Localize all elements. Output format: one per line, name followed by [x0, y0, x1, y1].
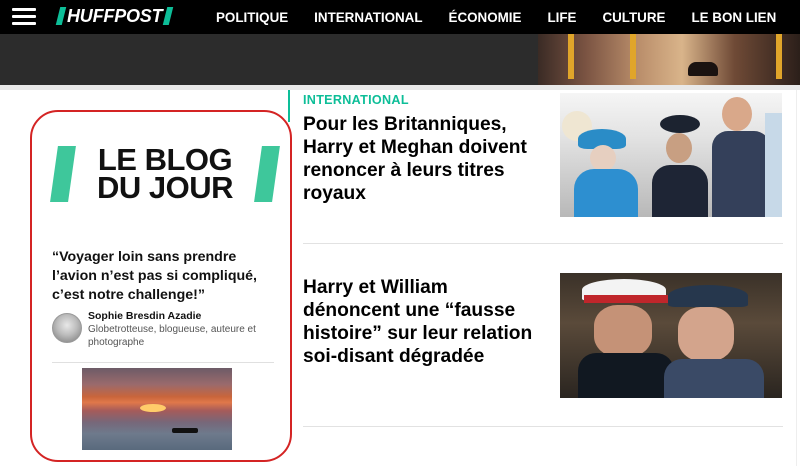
- blog-banner: LE BLOG DU JOUR: [50, 144, 280, 205]
- huffpost-logo[interactable]: HUFFPOST: [55, 5, 174, 27]
- author-name[interactable]: Sophie Bresdin Azadie: [88, 310, 201, 322]
- author-avatar: [52, 313, 82, 343]
- blog-du-jour-card[interactable]: LE BLOG DU JOUR “Voyager loin sans prend…: [30, 110, 292, 462]
- nav-item-le-bon-lien[interactable]: LE BON LIEN: [691, 10, 776, 25]
- blog-sunset-photo[interactable]: [82, 368, 232, 450]
- main-nav: POLITIQUE INTERNATIONAL ÉCONOMIE LIFE CU…: [216, 0, 800, 34]
- top-navbar: HUFFPOST POLITIQUE INTERNATIONAL ÉCONOMI…: [0, 0, 800, 34]
- article-separator: [303, 243, 783, 244]
- nav-item-economie[interactable]: ÉCONOMIE: [449, 10, 522, 25]
- nav-item-life[interactable]: LIFE: [547, 10, 576, 25]
- blog-banner-title: LE BLOG DU JOUR: [54, 144, 276, 205]
- nav-item-politique[interactable]: POLITIQUE: [216, 10, 288, 25]
- nav-item-international[interactable]: INTERNATIONAL: [314, 10, 422, 25]
- author-bio: Globetrotteuse, blogueuse, auteure et ph…: [88, 324, 256, 348]
- hero-divider: [0, 85, 800, 90]
- logo-text: HUFFPOST: [67, 5, 163, 26]
- article-photo-royals[interactable]: [560, 93, 782, 217]
- hero-strip: [0, 34, 800, 85]
- hero-photo[interactable]: [538, 34, 800, 85]
- article-photo-harry-william[interactable]: [560, 273, 782, 398]
- article-title[interactable]: Pour les Britanniques, Harry et Meghan d…: [303, 113, 543, 205]
- article-kicker[interactable]: INTERNATIONAL: [303, 93, 409, 107]
- page-edge-line: [796, 90, 797, 466]
- article-title[interactable]: Harry et William dénoncent une “fausse h…: [303, 276, 543, 368]
- nav-item-culture[interactable]: CULTURE: [602, 10, 665, 25]
- blog-divider: [52, 362, 274, 363]
- logo-bar-right: [163, 7, 174, 25]
- section-accent-line: [288, 90, 290, 122]
- blog-quote[interactable]: “Voyager loin sans prendre l’avion n’est…: [52, 248, 282, 305]
- hamburger-menu-icon[interactable]: [12, 8, 36, 26]
- banner-line-2: DU JOUR: [96, 170, 234, 205]
- article-separator: [303, 426, 783, 427]
- logo-bar-left: [55, 7, 67, 25]
